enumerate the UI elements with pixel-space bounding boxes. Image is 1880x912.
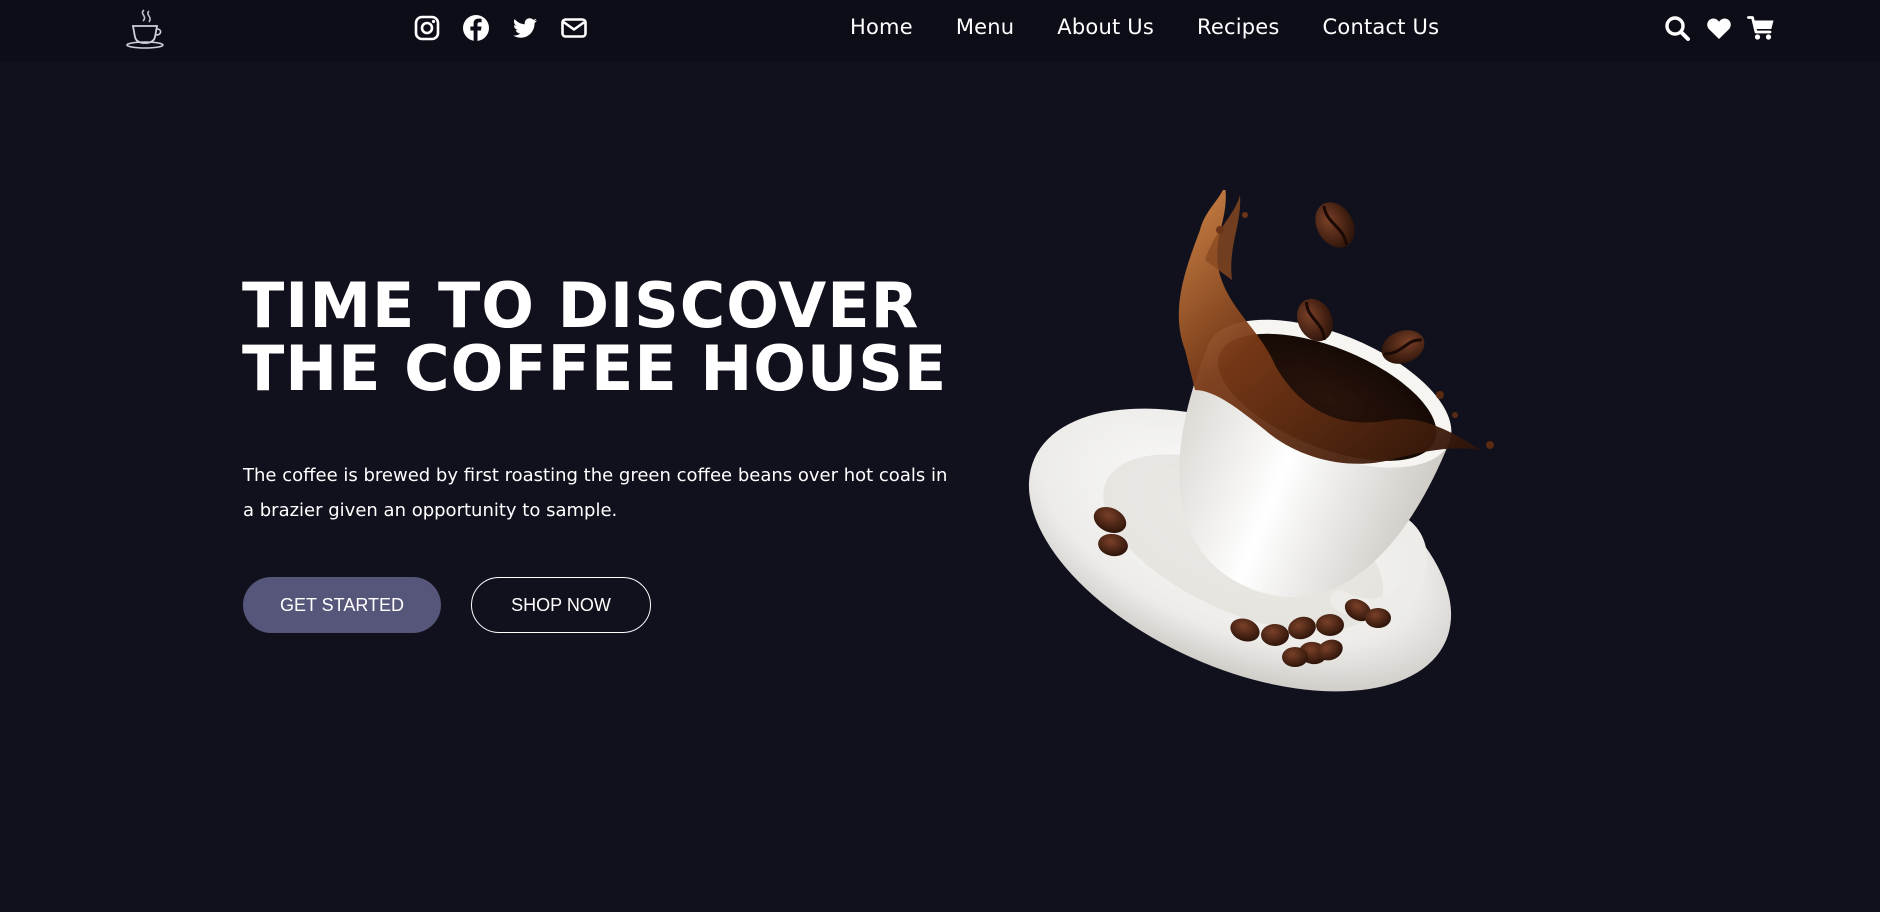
get-started-button[interactable]: GET STARTED <box>243 577 441 633</box>
coffee-cup-splash-image <box>1010 185 1550 710</box>
heart-icon[interactable] <box>1705 14 1733 42</box>
search-icon[interactable] <box>1663 14 1691 42</box>
envelope-icon[interactable] <box>560 14 588 42</box>
twitter-icon[interactable] <box>511 14 539 42</box>
nav-actions <box>1663 14 1775 42</box>
nav-contact-us-link[interactable]: Contact Us <box>1323 15 1440 39</box>
social-links <box>413 14 588 42</box>
hero-description: The coffee is brewed by first roasting t… <box>243 465 948 521</box>
main-nav: Home Menu About Us Recipes Contact Us <box>850 15 1439 39</box>
facebook-icon[interactable] <box>462 14 490 42</box>
nav-recipes-link[interactable]: Recipes <box>1197 15 1280 39</box>
nav-home-link[interactable]: Home <box>850 15 913 39</box>
nav-about-us-link[interactable]: About Us <box>1057 15 1154 39</box>
top-navbar: Home Menu About Us Recipes Contact Us <box>0 0 1880 62</box>
nav-menu-link[interactable]: Menu <box>956 15 1014 39</box>
hero-title-line-2: THE COFFEE HOUSE <box>242 332 948 405</box>
cart-icon[interactable] <box>1747 14 1775 42</box>
hero-title-line-1: TIME TO DISCOVER <box>242 269 920 342</box>
coffee-cup-logo-icon[interactable] <box>124 8 168 50</box>
hero-title: TIME TO DISCOVER THE COFFEE HOUSE <box>242 274 962 400</box>
shop-now-button[interactable]: SHOP NOW <box>471 577 651 633</box>
instagram-icon[interactable] <box>413 14 441 42</box>
